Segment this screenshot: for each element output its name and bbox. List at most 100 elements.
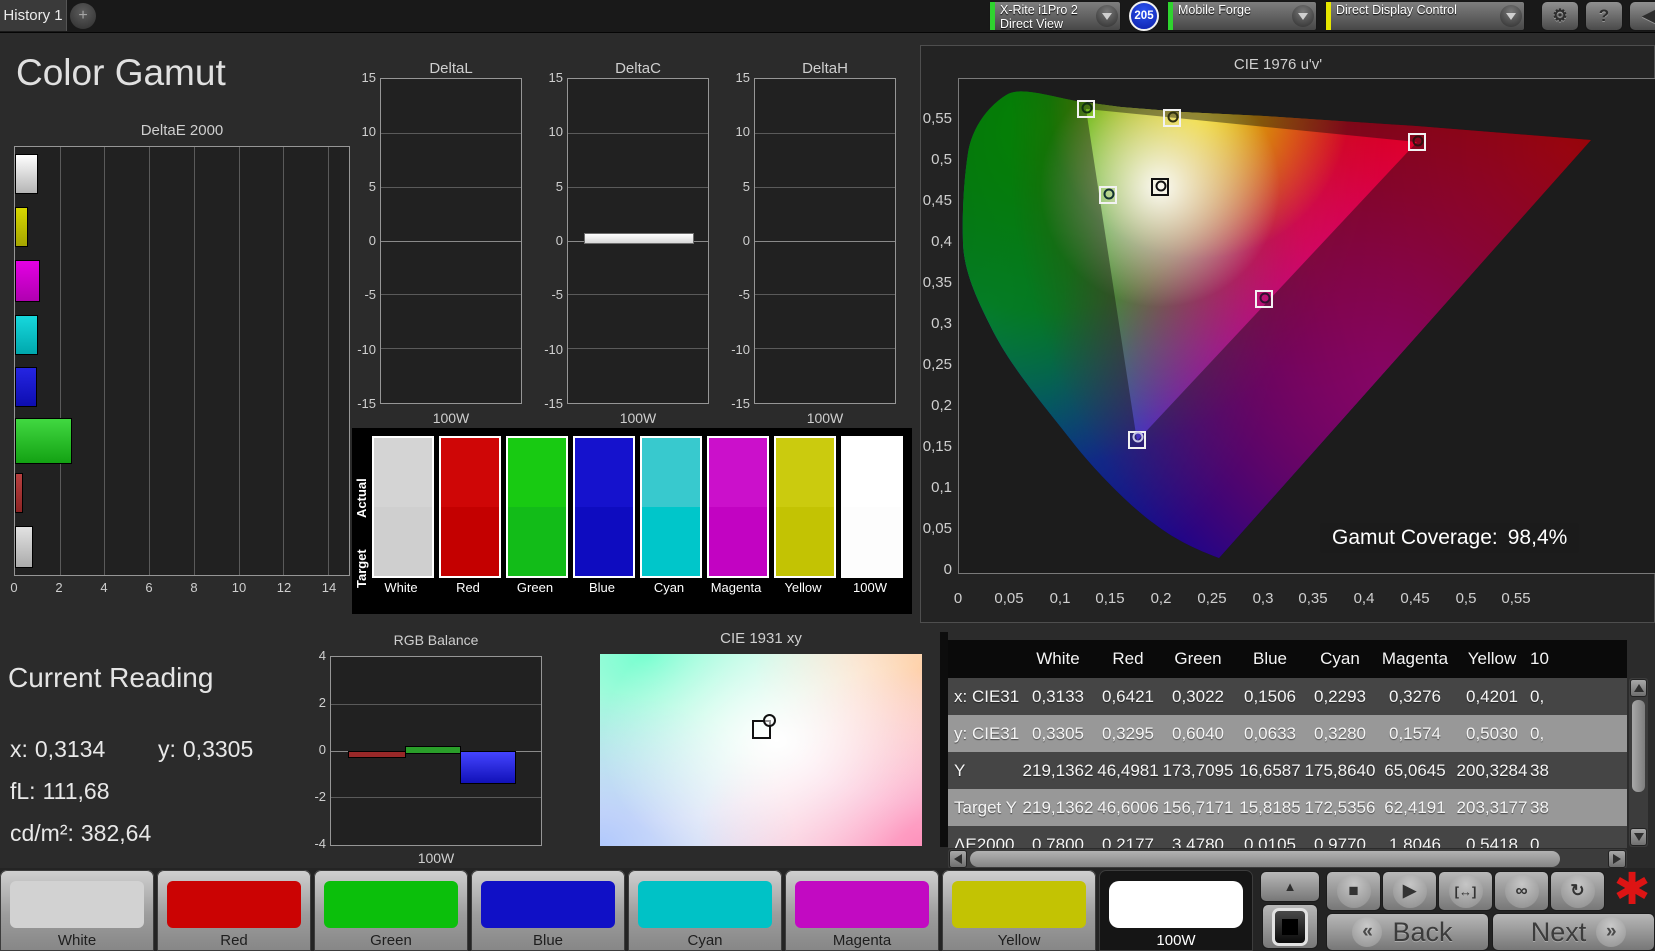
pattern-button-blue[interactable]: Blue (471, 870, 625, 951)
deltah-title: DeltaH (802, 60, 848, 77)
y-tick: 15 (735, 70, 750, 85)
col-header-white: White (1036, 649, 1080, 668)
deltae-chart-title: DeltaE 2000 (140, 122, 224, 139)
cie-x-tick: 0,2 (1150, 590, 1172, 607)
y-tick: 15 (361, 70, 376, 85)
scroll-thumb[interactable] (1632, 700, 1645, 792)
settings-button[interactable]: ⚙ (1541, 1, 1579, 31)
scroll-left-button[interactable] (949, 850, 967, 868)
y-tick: 10 (735, 124, 750, 139)
deltae-x-tick: 2 (55, 580, 63, 595)
cie-y-tick: 0 (943, 561, 952, 578)
deltal-title: DeltaL (429, 60, 473, 77)
deltah-x-label: 100W (806, 410, 844, 426)
cie-x-tick: 0,15 (1095, 590, 1125, 607)
pattern-button-magenta[interactable]: Magenta (785, 870, 939, 951)
chevrons-left-icon: « (1352, 917, 1383, 947)
pattern-button-green[interactable]: Green (314, 870, 468, 951)
stop-button[interactable]: ■ (1326, 871, 1381, 911)
deltae-x-tick: 6 (145, 580, 153, 595)
pattern-list-up-button[interactable]: ▲ (1260, 871, 1320, 902)
swatch-blue (573, 436, 635, 578)
scroll-up-button[interactable] (1630, 679, 1647, 697)
arrow-left-icon (954, 854, 962, 864)
back-button[interactable]: « Back (1326, 913, 1489, 951)
pattern-patch (167, 881, 301, 928)
tab-history-1[interactable]: History 1 (0, 0, 67, 31)
table-header-row: White Red Green Blue Cyan Magenta Yellow… (948, 640, 1627, 678)
scroll-down-button[interactable] (1630, 828, 1647, 846)
rgb-y-tick: 0 (318, 742, 326, 757)
y-tick: -10 (357, 342, 376, 357)
table-row: Y 219,1362 46,4981 173,7095 16,6587 175,86… (948, 752, 1627, 789)
cie-y-tick: 0,25 (922, 356, 952, 373)
y-tick: 5 (368, 179, 376, 194)
y-tick: 0 (742, 233, 750, 248)
col-header-cyan: Cyan (1320, 649, 1360, 668)
loop-button[interactable]: ∞ (1494, 871, 1549, 911)
deltac-title: DeltaC (615, 60, 661, 77)
cie-y-tick: 0,2 (931, 397, 952, 414)
next-button[interactable]: Next » (1492, 913, 1655, 951)
table-vertical-scrollbar[interactable] (1629, 678, 1648, 847)
refresh-button[interactable]: ↻ (1550, 871, 1605, 911)
cie-x-tick: 0,05 (994, 590, 1024, 607)
scroll-thumb[interactable] (970, 851, 1560, 867)
source-dropdown-arrow[interactable] (1290, 2, 1316, 30)
pattern-window-toggle-button[interactable] (1262, 904, 1318, 949)
meter-name: X-Rite i1Pro 2 (1000, 3, 1078, 17)
gear-icon: ⚙ (1552, 6, 1568, 25)
device-dropdown-arrow[interactable] (1498, 2, 1524, 30)
y-tick: -15 (731, 396, 750, 411)
play-button[interactable]: ▶ (1382, 871, 1437, 911)
deltae-x-tick: 4 (100, 580, 108, 595)
collapse-panel-button[interactable]: ◀ (1629, 1, 1655, 31)
refresh-icon: ↻ (1570, 881, 1585, 900)
deltac-chart (567, 78, 709, 404)
cie-x-tick: 0,45 (1400, 590, 1430, 607)
arrow-right-icon (1613, 854, 1621, 864)
cie-y-tick: 0,45 (922, 192, 952, 209)
chevrons-right-icon: » (1596, 917, 1627, 947)
swatch-label: Red (456, 580, 480, 595)
swatch-magenta (707, 436, 769, 578)
actual-row-label: Actual (354, 478, 369, 518)
table-row: y: CIE31 0,3305 0,3295 0,6040 0,0633 0,328… (948, 715, 1627, 752)
chevron-down-icon (1506, 12, 1516, 20)
chromaticity-diagram (962, 91, 1591, 559)
meter-count-badge[interactable]: 205 (1129, 1, 1159, 31)
y-tick: -15 (357, 396, 376, 411)
add-tab-button[interactable]: + (70, 3, 96, 29)
table-gutter (940, 632, 948, 847)
meter-dropdown[interactable]: X-Rite i1Pro 2 Direct View (989, 1, 1121, 31)
table-horizontal-scrollbar[interactable] (948, 849, 1627, 869)
cie-x-tick: 0,3 (1252, 590, 1274, 607)
rgb-y-tick: -4 (314, 836, 326, 851)
pattern-button-red[interactable]: Red (157, 870, 311, 951)
deltac-bar-100w (584, 233, 694, 244)
arrow-up-icon: ▲ (1283, 879, 1297, 894)
device-dropdown[interactable]: Direct Display Control (1325, 1, 1525, 31)
rgb-y-tick: -2 (314, 789, 326, 804)
swatch-label: Magenta (710, 580, 762, 595)
pattern-button-white[interactable]: White (0, 870, 154, 951)
source-dropdown[interactable]: Mobile Forge (1167, 1, 1317, 31)
pattern-button-cyan[interactable]: Cyan (628, 870, 782, 951)
deltae-x-tick: 8 (190, 580, 198, 595)
swatch-label: Yellow (784, 580, 822, 595)
swatch-cyan (640, 436, 702, 578)
meter-dropdown-arrow[interactable] (1094, 2, 1120, 30)
table-row-partial: ΔE2000 0,7800 0,2177 3,4780 0,0105 0,9770 1… (948, 826, 1627, 848)
deltae-x-tick: 12 (276, 580, 292, 595)
step-button[interactable]: [↔] (1438, 871, 1493, 911)
swatch-red (439, 436, 501, 578)
plus-icon: + (78, 7, 88, 24)
pattern-button-yellow[interactable]: Yellow (942, 870, 1096, 951)
cie-y-tick: 0,15 (922, 438, 952, 455)
top-bar: History 1 + X-Rite i1Pro 2 Direct View 20… (0, 0, 1655, 33)
pattern-button-100w[interactable]: 100W (1099, 870, 1253, 951)
chevron-down-icon (1298, 12, 1308, 20)
help-icon: ? (1598, 6, 1610, 25)
alert-asterisk-icon[interactable]: ✱ (1608, 866, 1655, 914)
help-button[interactable]: ? (1585, 1, 1623, 31)
